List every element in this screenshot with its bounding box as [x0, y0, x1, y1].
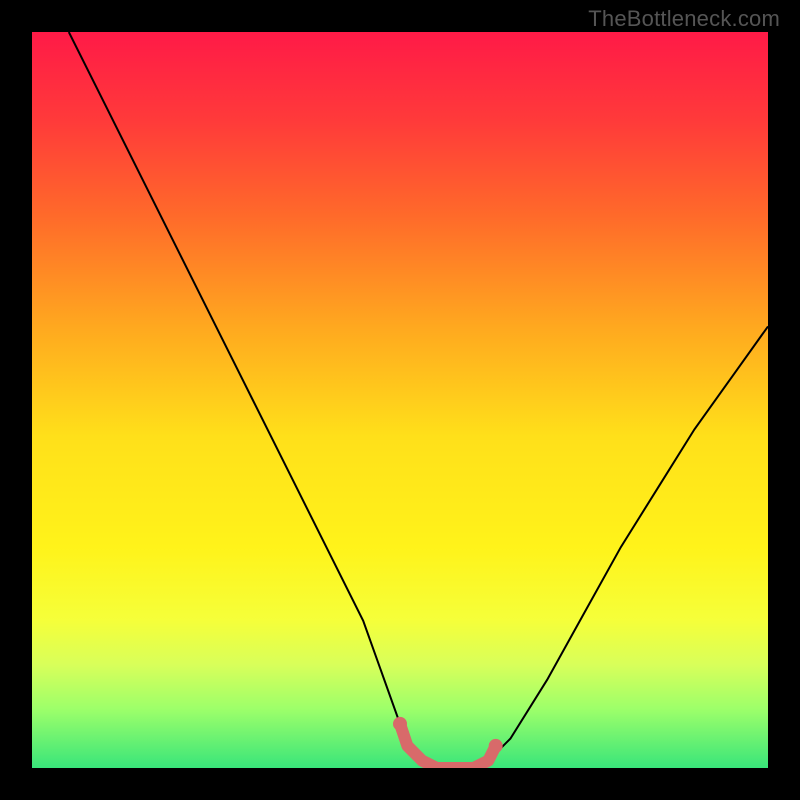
watermark-text: TheBottleneck.com — [588, 6, 780, 32]
plot-area — [32, 32, 768, 768]
bottleneck-curve — [69, 32, 768, 768]
optimal-range-marker — [400, 724, 496, 768]
marker-start-dot — [393, 717, 407, 731]
chart-container: TheBottleneck.com — [0, 0, 800, 800]
chart-svg — [32, 32, 768, 768]
marker-end-dot — [489, 739, 503, 753]
